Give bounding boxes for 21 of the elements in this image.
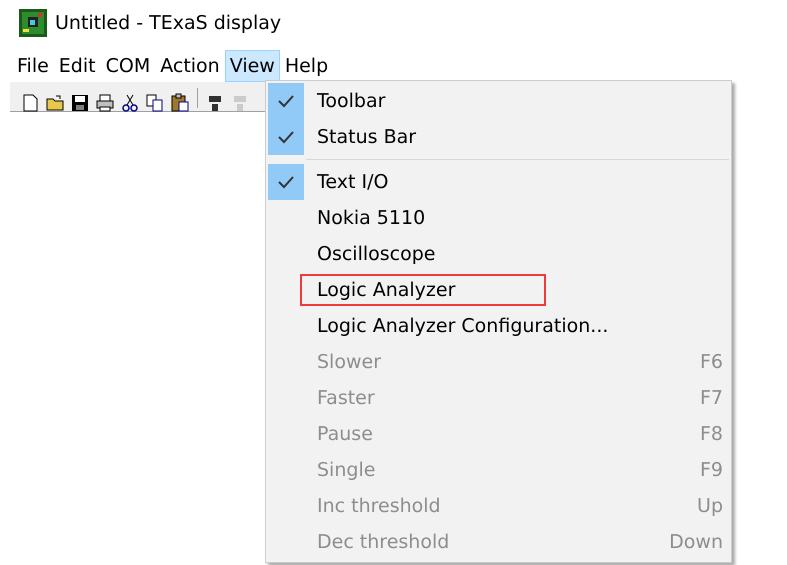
- shortcut-text: Up: [697, 494, 723, 519]
- shortcut-text: F8: [700, 422, 723, 447]
- menu-item[interactable]: View: [224, 50, 280, 82]
- menu-item[interactable]: Logic Analyzer Configuration...: [268, 308, 729, 344]
- menu-item[interactable]: File: [12, 50, 54, 82]
- shortcut-text: F7: [700, 386, 723, 411]
- shortcut-text: F9: [700, 458, 723, 483]
- menu-item[interactable]: Oscilloscope: [268, 236, 729, 272]
- menu-item[interactable]: Logic Analyzer: [268, 272, 729, 308]
- shortcut-text: Down: [669, 530, 723, 555]
- window-title: Untitled - TExaS display: [55, 10, 282, 36]
- menu-item[interactable]: Status Bar: [268, 119, 729, 155]
- menu-item[interactable]: Edit: [54, 50, 101, 82]
- menu-item[interactable]: Nokia 5110: [268, 200, 729, 236]
- menu-item[interactable]: COM: [100, 50, 156, 82]
- menu-item[interactable]: Text I/O: [268, 164, 729, 200]
- app-icon: [19, 9, 47, 37]
- shortcut-text: F6: [700, 350, 723, 375]
- menu-item[interactable]: Toolbar: [268, 83, 729, 119]
- menu-item[interactable]: Action: [155, 50, 225, 82]
- menu-item[interactable]: Help: [280, 50, 334, 82]
